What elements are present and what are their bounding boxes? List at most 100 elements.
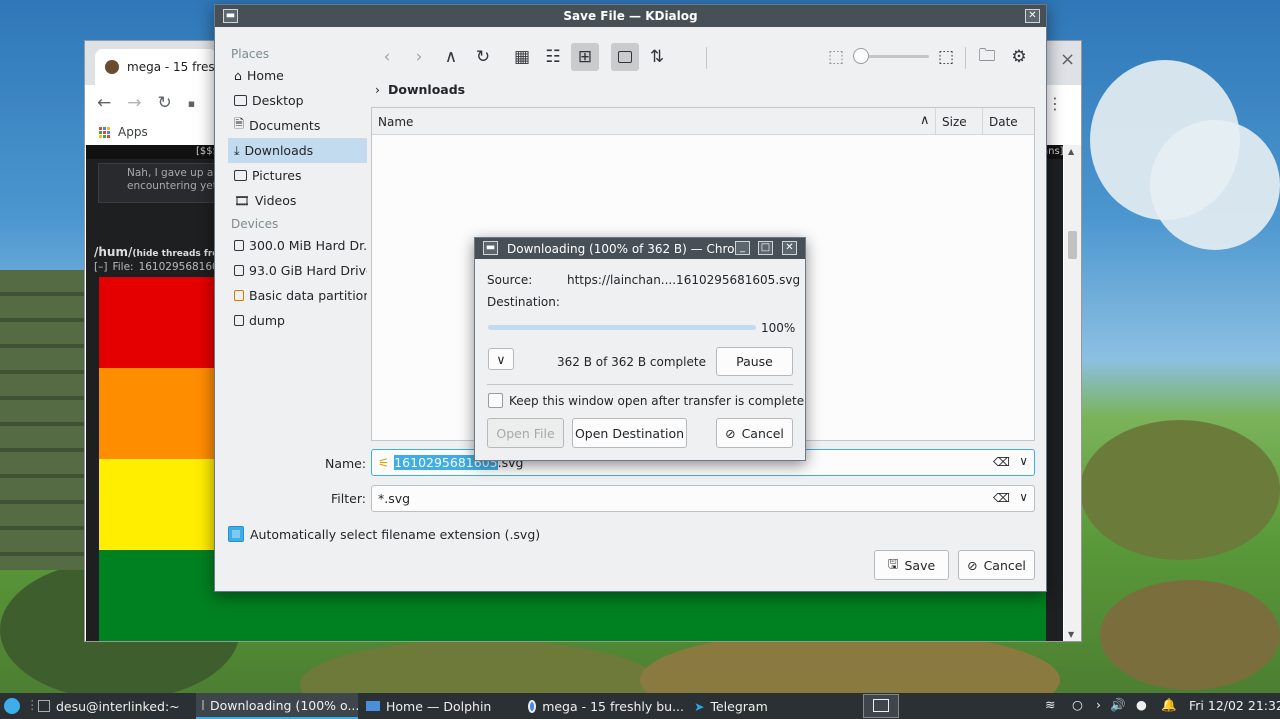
apps-icon[interactable] bbox=[99, 126, 110, 138]
task-chrome[interactable]: mega - 15 freshly bu... bbox=[522, 693, 684, 719]
zoom-out-icon[interactable]: ⬚ bbox=[822, 43, 850, 71]
window-menu-icon[interactable]: ▬ bbox=[483, 241, 498, 255]
save-dialog-titlebar[interactable]: ▬ Save File — KDialog ✕ bbox=[215, 5, 1046, 27]
window-menu-icon[interactable]: ▬ bbox=[223, 9, 238, 23]
maximize-icon[interactable]: □ bbox=[758, 241, 773, 255]
chevron-right-icon[interactable]: › bbox=[375, 82, 380, 97]
up-icon[interactable]: ∧ bbox=[437, 43, 465, 71]
expand-tray-icon[interactable]: › bbox=[1096, 697, 1101, 712]
icons-view-icon[interactable]: ▦ bbox=[508, 43, 536, 71]
preview-icon[interactable] bbox=[611, 43, 639, 71]
breadcrumb-downloads[interactable]: Downloads bbox=[388, 82, 465, 97]
sort-icon[interactable]: ⇅ bbox=[643, 43, 671, 71]
hide-file-toggle[interactable]: [–] bbox=[94, 261, 107, 273]
app-launcher-icon[interactable] bbox=[4, 698, 20, 714]
download-dialog-title: Downloading (100% of 362 B) — Chrom bbox=[507, 241, 747, 256]
place-home[interactable]: ⌂ Home bbox=[228, 63, 367, 88]
taskbar: ⋮ desu@interlinked:~ Downloading (100% o… bbox=[0, 693, 1280, 719]
breadcrumb: › Downloads bbox=[375, 82, 465, 97]
forward-icon[interactable]: › bbox=[405, 43, 433, 71]
cancel-icon: ⊘ bbox=[967, 557, 978, 573]
device-300mib[interactable]: 300.0 MiB Hard Dr... bbox=[228, 233, 367, 258]
zoom-in-icon[interactable]: ⬚ bbox=[932, 43, 960, 71]
toolbar-divider bbox=[965, 47, 966, 69]
place-documents[interactable]: 🗎 Documents bbox=[228, 113, 367, 138]
volume-icon[interactable]: 🔊 bbox=[1110, 697, 1126, 713]
column-date[interactable]: Date bbox=[989, 115, 1018, 129]
pause-button-label: Pause bbox=[736, 354, 773, 369]
back-icon[interactable]: ← bbox=[97, 93, 111, 113]
pause-button[interactable]: Pause bbox=[716, 347, 793, 376]
chrome-menu-icon[interactable]: ⋮ bbox=[1047, 94, 1063, 113]
wifi-icon[interactable]: ≋ bbox=[1045, 697, 1055, 712]
keep-open-label[interactable]: Keep this window open after transfer is … bbox=[509, 394, 804, 408]
clock[interactable]: Fri 12/02 21:32 bbox=[1189, 698, 1280, 713]
close-icon[interactable]: ✕ bbox=[782, 241, 797, 255]
file-view-header: Name ∧ Size Date bbox=[372, 108, 1034, 135]
cancel-icon: ⊘ bbox=[725, 425, 736, 441]
place-videos[interactable]: 🎞 Videos bbox=[228, 188, 367, 213]
chrome-tab[interactable]: mega - 15 freshly bbox=[95, 49, 217, 85]
device-dump[interactable]: dump bbox=[228, 308, 367, 333]
options-icon[interactable]: ⚙ bbox=[1005, 43, 1033, 71]
zoom-slider-handle[interactable] bbox=[853, 48, 869, 64]
save-button[interactable]: 🖫 Save bbox=[874, 550, 949, 580]
cancel-button[interactable]: ⊘ Cancel bbox=[958, 550, 1035, 580]
task-dolphin[interactable]: Home — Dolphin bbox=[360, 693, 520, 719]
new-folder-icon[interactable]: 🗀 bbox=[973, 43, 1001, 71]
open-file-button[interactable]: Open File bbox=[487, 418, 564, 448]
forward-icon[interactable]: → bbox=[127, 93, 141, 113]
chevron-down-icon[interactable]: ∨ bbox=[1019, 454, 1028, 468]
updates-icon[interactable]: ● bbox=[1136, 697, 1147, 712]
place-desktop[interactable]: Desktop bbox=[228, 88, 367, 113]
details-toggle-button[interactable]: ∨ bbox=[488, 348, 514, 370]
clear-text-icon[interactable]: ⌫ bbox=[993, 455, 1010, 469]
download-dialog-titlebar[interactable]: ▬ Downloading (100% of 362 B) — Chrom _ … bbox=[475, 238, 805, 259]
column-divider bbox=[935, 108, 936, 135]
chevron-down-icon[interactable]: ∨ bbox=[1019, 490, 1028, 504]
place-pictures[interactable]: Pictures bbox=[228, 163, 367, 188]
task-downloading[interactable]: Downloading (100% o... bbox=[196, 693, 358, 719]
compact-view-icon[interactable]: ☷ bbox=[539, 43, 567, 71]
destination-label: Destination: bbox=[487, 295, 560, 309]
apps-bookmark[interactable]: Apps bbox=[118, 125, 148, 139]
notifications-icon[interactable]: 🔔 bbox=[1161, 697, 1177, 713]
open-destination-button[interactable]: Open Destination bbox=[572, 418, 687, 448]
task-konsole[interactable]: desu@interlinked:~ bbox=[32, 693, 192, 719]
show-desktop-button[interactable] bbox=[863, 694, 899, 718]
file-name-link[interactable]: 1610295681605 bbox=[139, 261, 226, 273]
device-93gib[interactable]: 93.0 GiB Hard Drive bbox=[228, 258, 367, 283]
wallpaper-stairs bbox=[0, 270, 84, 570]
download-cancel-label: Cancel bbox=[741, 425, 784, 441]
status-circle-icon[interactable]: ○ bbox=[1072, 697, 1083, 712]
place-label: Downloads bbox=[244, 143, 314, 158]
reload-icon[interactable]: ↻ bbox=[158, 93, 172, 113]
lock-icon: ▪ bbox=[187, 96, 196, 110]
filter-field[interactable]: *.svg ⌫ ∨ bbox=[371, 485, 1035, 512]
back-icon[interactable]: ‹ bbox=[373, 43, 401, 71]
detail-view-icon[interactable]: ⊞ bbox=[571, 43, 599, 71]
auto-extension-checkbox[interactable] bbox=[228, 526, 244, 542]
post-image[interactable] bbox=[99, 277, 219, 641]
download-progress-fill bbox=[488, 325, 756, 330]
task-telegram[interactable]: ➤ Telegram bbox=[688, 693, 828, 719]
device-basic-data[interactable]: Basic data partition bbox=[228, 283, 367, 308]
column-name[interactable]: Name bbox=[378, 115, 413, 129]
wallpaper-rock bbox=[1080, 420, 1280, 560]
download-cancel-button[interactable]: ⊘ Cancel bbox=[716, 418, 793, 448]
scroll-thumb[interactable] bbox=[1068, 231, 1077, 259]
chrome-scrollbar[interactable]: ▲ ▼ bbox=[1064, 145, 1081, 641]
close-icon[interactable]: ✕ bbox=[1025, 9, 1040, 23]
auto-extension-label[interactable]: Automatically select filename extension … bbox=[250, 527, 540, 542]
chrome-icon bbox=[528, 699, 537, 713]
reload-icon[interactable]: ↻ bbox=[469, 43, 497, 71]
clear-text-icon[interactable]: ⌫ bbox=[993, 491, 1010, 505]
column-size[interactable]: Size bbox=[942, 115, 967, 129]
scroll-up-icon[interactable]: ▲ bbox=[1068, 147, 1074, 156]
scroll-down-icon[interactable]: ▼ bbox=[1068, 630, 1074, 639]
chrome-close-tab-button[interactable]: × bbox=[1060, 49, 1075, 70]
keep-open-checkbox[interactable] bbox=[488, 393, 503, 408]
place-downloads[interactable]: ⤓ Downloads bbox=[228, 138, 367, 163]
source-label: Source: bbox=[487, 273, 533, 287]
minimize-icon[interactable]: _ bbox=[735, 241, 750, 255]
